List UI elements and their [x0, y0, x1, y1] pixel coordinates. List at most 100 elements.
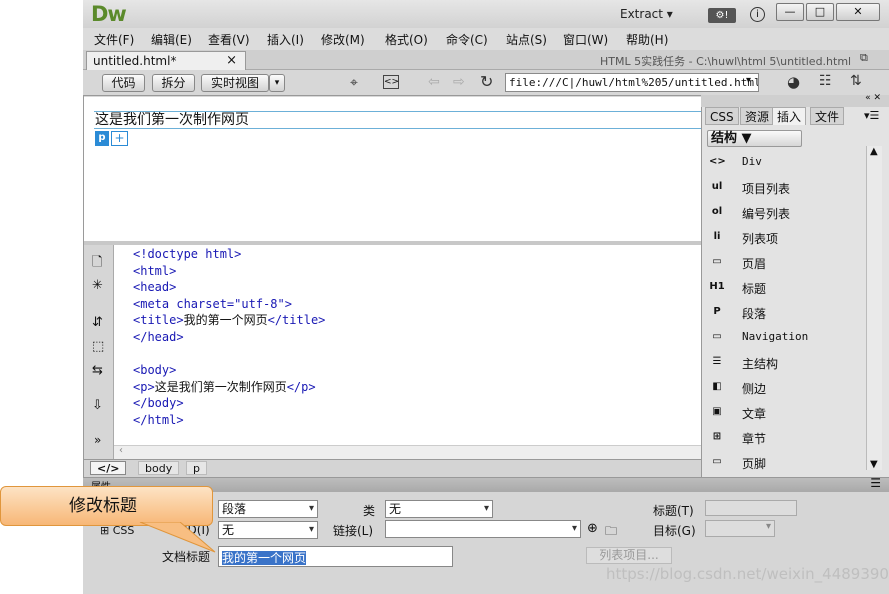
select-parent-icon[interactable]: ⬚: [92, 339, 104, 354]
panel-scrollbar[interactable]: ▲ ▼: [866, 146, 882, 470]
inspect-icon[interactable]: ⌖: [350, 75, 358, 91]
code-line: <title>我的第一个网页</title>: [133, 312, 325, 328]
collapse-tag-icon[interactable]: ✳: [92, 278, 103, 293]
title-field[interactable]: [705, 500, 797, 516]
insert-item[interactable]: ul 项目列表: [706, 176, 876, 200]
forward-icon[interactable]: ⇨: [453, 74, 465, 90]
insert-item[interactable]: ol 编号列表: [706, 201, 876, 225]
menu-view[interactable]: 查看(V): [208, 31, 250, 48]
insert-item-icon: ▭: [712, 331, 722, 342]
insert-item[interactable]: <> Div: [706, 151, 876, 175]
class-label: 类: [363, 504, 376, 518]
insert-item-icon: ol: [711, 206, 723, 217]
target-select[interactable]: ▾: [705, 520, 775, 537]
horizontal-scrollbar[interactable]: ‹: [114, 445, 701, 459]
address-dropdown-icon[interactable]: ▾: [746, 75, 751, 86]
folder-icon[interactable]: 🗀: [605, 522, 617, 543]
insert-item-icon: ⊞: [712, 431, 722, 442]
info-icon[interactable]: i: [750, 7, 765, 22]
doc-title-input[interactable]: 我的第一个网页: [218, 546, 453, 567]
expand-all-icon[interactable]: ⇵: [92, 315, 103, 330]
point-to-file-icon[interactable]: ⊕: [587, 521, 598, 536]
link-label: 链接(L): [333, 524, 374, 538]
class-select[interactable]: 无 ▾: [385, 500, 493, 518]
address-field[interactable]: file:///C|/huwl/html%205/untitled.html: [505, 73, 759, 92]
title-bar: [83, 0, 889, 28]
menu-edit[interactable]: 编辑(E): [151, 31, 192, 48]
code-tag: </body>: [133, 396, 184, 411]
restore-icon[interactable]: ⧉: [860, 51, 868, 65]
open-documents-icon[interactable]: 🗋: [92, 253, 102, 275]
balance-braces-icon[interactable]: ⇆: [92, 363, 103, 378]
design-paragraph[interactable]: 这是我们第一次制作网页: [94, 111, 701, 129]
insert-item[interactable]: ▭ 页眉: [706, 251, 876, 275]
insert-item-icon: H1: [709, 281, 725, 292]
sort-icon[interactable]: ⇅: [850, 73, 862, 89]
code-tag: <html>: [133, 263, 177, 278]
workspace-switcher[interactable]: Extract ▾: [620, 7, 673, 21]
insert-item[interactable]: li 列表项: [706, 226, 876, 250]
apply-comment-icon[interactable]: ⇩: [92, 398, 103, 413]
title-label: 标题(T): [653, 504, 694, 518]
close-tab-icon[interactable]: ×: [226, 53, 237, 68]
tab-assets[interactable]: 资源: [740, 107, 775, 125]
insert-item-icon: ▭: [712, 456, 722, 467]
maximize-button[interactable]: □: [806, 3, 834, 21]
menu-window[interactable]: 窗口(W): [563, 31, 608, 48]
code-view-button[interactable]: 代码: [102, 74, 145, 92]
insert-item-label: 页眉: [742, 257, 767, 271]
document-tab[interactable]: untitled.html* ×: [86, 51, 246, 70]
panel-header: « ✕: [701, 93, 889, 107]
tab-files[interactable]: 文件: [810, 107, 845, 125]
split-view-button[interactable]: 拆分: [152, 74, 195, 92]
code-line: <p>这是我们第一次制作网页</p>: [133, 379, 316, 395]
id-select[interactable]: 无 ▾: [218, 521, 318, 539]
insert-item[interactable]: ▭ 页脚: [706, 451, 876, 475]
insert-item[interactable]: P 段落: [706, 301, 876, 325]
tag-p[interactable]: p: [186, 461, 207, 475]
format-select[interactable]: 段落 ▾: [218, 500, 318, 518]
code-line: </head>: [133, 329, 184, 345]
category-dropdown[interactable]: 结构 ▼: [707, 130, 802, 147]
list-item-button[interactable]: 列表项目...: [586, 547, 672, 564]
insert-item-icon: ☰: [712, 356, 722, 367]
insert-item[interactable]: ⊞ 章节: [706, 426, 876, 450]
tab-css[interactable]: CSS: [705, 107, 739, 125]
live-view-dropdown-icon[interactable]: ▾: [269, 74, 285, 92]
insert-item-label: 列表项: [742, 232, 779, 246]
back-icon[interactable]: ⇦: [428, 74, 440, 90]
menu-insert[interactable]: 插入(I): [267, 31, 304, 48]
menu-modify[interactable]: 修改(M): [321, 31, 365, 48]
insert-item[interactable]: ▭ Navigation: [706, 326, 876, 350]
visual-aids-icon[interactable]: <>: [383, 75, 399, 89]
file-management-icon[interactable]: ☷: [819, 73, 832, 89]
panel-menu-icon[interactable]: ▾☰: [864, 109, 879, 122]
close-button[interactable]: ✕: [836, 3, 880, 21]
refresh-icon[interactable]: ↻: [480, 72, 493, 91]
menu-file[interactable]: 文件(F): [94, 31, 134, 48]
link-field[interactable]: ▾: [385, 520, 581, 538]
insert-item[interactable]: H1 标题: [706, 276, 876, 300]
menu-format[interactable]: 格式(O): [385, 31, 428, 48]
p-tag-badge[interactable]: p: [95, 131, 109, 146]
menu-help[interactable]: 帮助(H): [626, 31, 668, 48]
tag-body[interactable]: body: [138, 461, 180, 475]
insert-item[interactable]: ▣ 文章: [706, 401, 876, 425]
more-tools-icon[interactable]: »: [94, 433, 101, 447]
code-icon[interactable]: </>: [90, 461, 127, 475]
watermark: https://blog.csdn.net/weixin_44893902: [606, 565, 889, 583]
insert-item[interactable]: ◧ 侧边: [706, 376, 876, 400]
menu-commands[interactable]: 命令(C): [446, 31, 488, 48]
gear-icon[interactable]: ⚙!: [708, 8, 736, 23]
menu-site[interactable]: 站点(S): [506, 31, 547, 48]
code-tag: </head>: [133, 330, 184, 344]
insert-item-icon: <>: [709, 156, 726, 167]
live-view-button[interactable]: 实时视图: [201, 74, 269, 92]
code-editor[interactable]: [114, 245, 701, 445]
insert-item[interactable]: ☰ 主结构: [706, 351, 876, 375]
minimize-button[interactable]: —: [776, 3, 804, 21]
tab-insert[interactable]: 插入: [772, 107, 807, 125]
insert-item-label: 侧边: [742, 382, 767, 396]
add-class-button[interactable]: +: [111, 131, 128, 146]
browser-preview-icon[interactable]: ◕: [787, 73, 800, 91]
